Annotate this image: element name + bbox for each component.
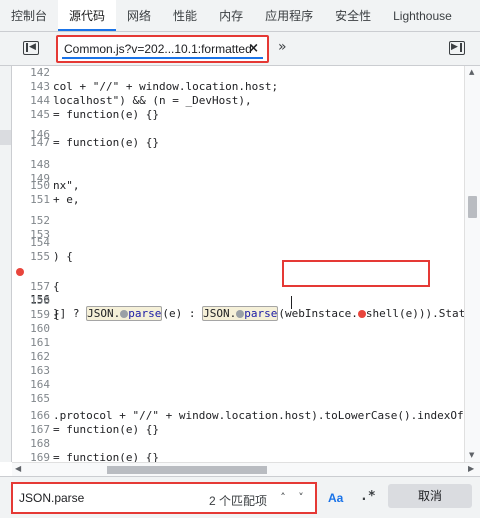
search-bar: 2 个匹配项 ˄ ˅ Aa .* 取消 [0,476,480,518]
code-line: 166 .protocol + "//" + window.location.ho… [12,409,464,423]
code-line: 163 [12,364,464,378]
file-tab-label: Common.js?v=202...10.1:formatted [64,42,252,56]
regex-button[interactable]: .* [360,489,376,504]
code-line: 148 [12,158,464,172]
text-cursor [291,296,292,309]
horizontal-scroll-thumb[interactable] [107,466,267,474]
code-text: col + "//" + window.location.host; [53,80,279,93]
tab-network[interactable]: 网络 [116,0,162,31]
more-tabs-icon[interactable]: » [278,39,287,55]
tab-sources[interactable]: 源代码 [58,0,117,31]
tab-console[interactable]: 控制台 [0,0,58,31]
code-line: 168 [12,437,464,451]
previous-match-button[interactable]: ˄ [275,489,291,507]
line-number[interactable]: 154 [12,236,50,250]
line-number[interactable]: 158 [12,294,50,308]
tab-security[interactable]: 安全性 [324,0,382,31]
breakpoint-marker-icon[interactable] [16,268,24,276]
code-line: 142 [12,66,464,80]
scroll-right-icon[interactable]: ▶ [468,464,474,473]
code-line: 147 = function(e) {} [12,136,464,150]
line-number[interactable]: 165 [12,392,50,406]
search-box[interactable]: 2 个匹配项 ˄ ˅ [11,482,317,514]
scroll-left-icon[interactable]: ◀ [15,464,21,473]
code-line: 143 col + "//" + window.location.host; [12,80,464,94]
code-text: = function(e) {} [53,108,159,121]
editor-tab-row: ◀ Common.js?v=202...10.1:formatted × » ▶ [0,32,480,66]
code-text: .protocol + "//" + window.location.host)… [53,409,464,422]
line-number[interactable]: 151 [12,193,50,207]
line-number[interactable]: 145 [12,108,50,122]
code-text: = function(e) {} [53,423,159,436]
code-text: = function(e) {} [53,136,159,149]
code-line: 150 nx", [12,179,464,193]
line-number[interactable]: 169 [12,451,50,462]
line-number[interactable]: 161 [12,336,50,350]
line-number[interactable]: 142 [12,66,50,80]
close-icon[interactable]: × [248,41,259,56]
next-match-button[interactable]: ˅ [293,489,309,507]
match-case-button[interactable]: Aa [328,491,343,505]
line-number[interactable]: 157 [12,280,50,294]
line-number[interactable]: 168 [12,437,50,451]
line-number[interactable]: 163 [12,364,50,378]
code-line: 165 [12,392,464,406]
vertical-scrollbar[interactable]: ▲ ▼ [464,66,480,462]
code-line: 162 [12,350,464,364]
code-line: 152 [12,214,464,228]
line-number[interactable]: 164 [12,378,50,392]
vertical-scroll-thumb[interactable] [468,196,477,218]
code-text: ) { [53,250,73,263]
code-line: 161 [12,336,464,350]
code-text: { [53,280,60,293]
tab-memory[interactable]: 内存 [208,0,254,31]
code-line: 159{ [12,308,464,322]
toggle-debugger-icon[interactable]: ▶ [449,41,465,55]
code-line: 144 localhost") && (n = _DevHost), [12,94,464,108]
code-line: 145 = function(e) {} [12,108,464,122]
tab-lighthouse[interactable]: Lighthouse [382,0,463,31]
line-number[interactable]: 162 [12,350,50,364]
cancel-button[interactable]: 取消 [388,484,472,508]
navigator-pane[interactable] [0,66,12,462]
match-count: 2 个匹配项 [209,494,268,508]
navigator-selected-item[interactable] [0,130,11,145]
code-text: { [53,308,60,321]
tab-application[interactable]: 应用程序 [254,0,324,31]
line-number[interactable]: 159 [12,308,50,322]
line-number[interactable]: 167 [12,423,50,437]
code-line: 151 + e, [12,193,464,207]
line-number[interactable]: 152 [12,214,50,228]
line-number[interactable]: 148 [12,158,50,172]
line-number[interactable]: 143 [12,80,50,94]
line-number[interactable]: 160 [12,322,50,336]
line-number[interactable]: 144 [12,94,50,108]
code-line: 164 [12,378,464,392]
file-tab-common-js[interactable]: Common.js?v=202...10.1:formatted × [56,35,269,63]
toggle-navigator-icon[interactable]: ◀ [23,41,39,55]
code-line: 154 [12,236,464,250]
tab-performance[interactable]: 性能 [162,0,208,31]
code-line: 160 [12,322,464,336]
line-number[interactable]: 155 [12,250,50,264]
code-line: 169 = function(e) {} [12,451,464,462]
code-text: = function(e) {} [53,451,159,462]
code-text: + e, [53,193,80,206]
line-number[interactable]: 150 [12,179,50,193]
line-number[interactable]: 147 [12,136,50,150]
code-text: localhost") && (n = _DevHost), [53,94,252,107]
scroll-down-icon[interactable]: ▼ [469,451,474,459]
scroll-up-icon[interactable]: ▲ [469,68,474,76]
code-line: 158 [12,294,464,308]
horizontal-scrollbar[interactable]: ◀ ▶ [12,462,480,476]
annotation-highlight-box [282,260,430,287]
search-input[interactable] [19,491,189,505]
devtools-tab-bar: 控制台 源代码 网络 性能 内存 应用程序 安全性 Lighthouse [0,0,480,32]
line-number[interactable]: 166 [12,409,50,423]
code-text: nx", [53,179,80,192]
code-line: 167 = function(e) {} [12,423,464,437]
active-tab-underline [62,57,263,59]
code-editor[interactable]: 142 143 col + "//" + window.location.host… [12,66,464,462]
